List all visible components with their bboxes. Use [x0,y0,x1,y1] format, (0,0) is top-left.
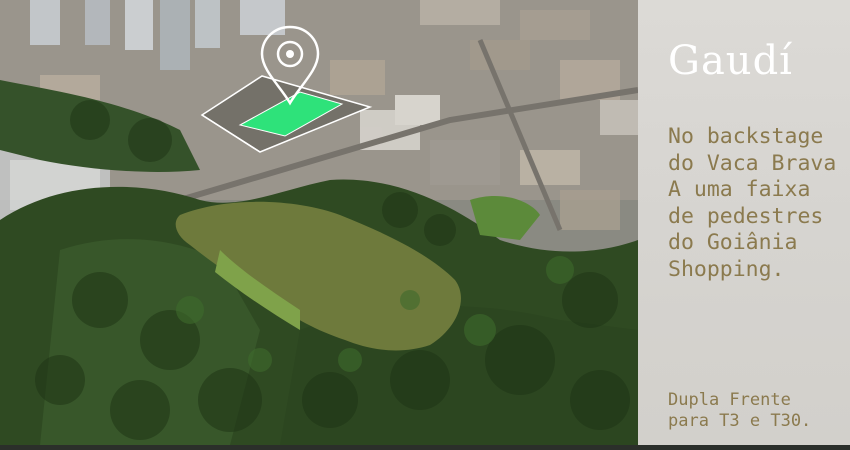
headline-line: do Vaca Brava [668,150,837,176]
info-panel: Gaudí No backstage do Vaca Brava A uma f… [638,0,850,445]
headline-line: do Goiânia [668,230,798,255]
promo-banner: Gaudí No backstage do Vaca Brava A uma f… [0,0,850,450]
frontage-line: Dupla Frente [668,390,791,410]
headline-line: Shopping. [668,256,785,282]
headline-line: de pedestres [668,203,824,229]
brand-logo: Gaudí [668,38,793,84]
headline-line: A uma faixa [668,177,811,202]
frontage-line: para T3 e T30. [668,411,812,431]
bottom-strip [0,445,850,450]
frontage-note: Dupla Frente para T3 e T30. [668,390,850,432]
headline: No backstage do Vaca Brava A uma faixa d… [668,124,850,283]
headline-line: No backstage [668,124,824,149]
map-pin-icon [260,25,320,106]
